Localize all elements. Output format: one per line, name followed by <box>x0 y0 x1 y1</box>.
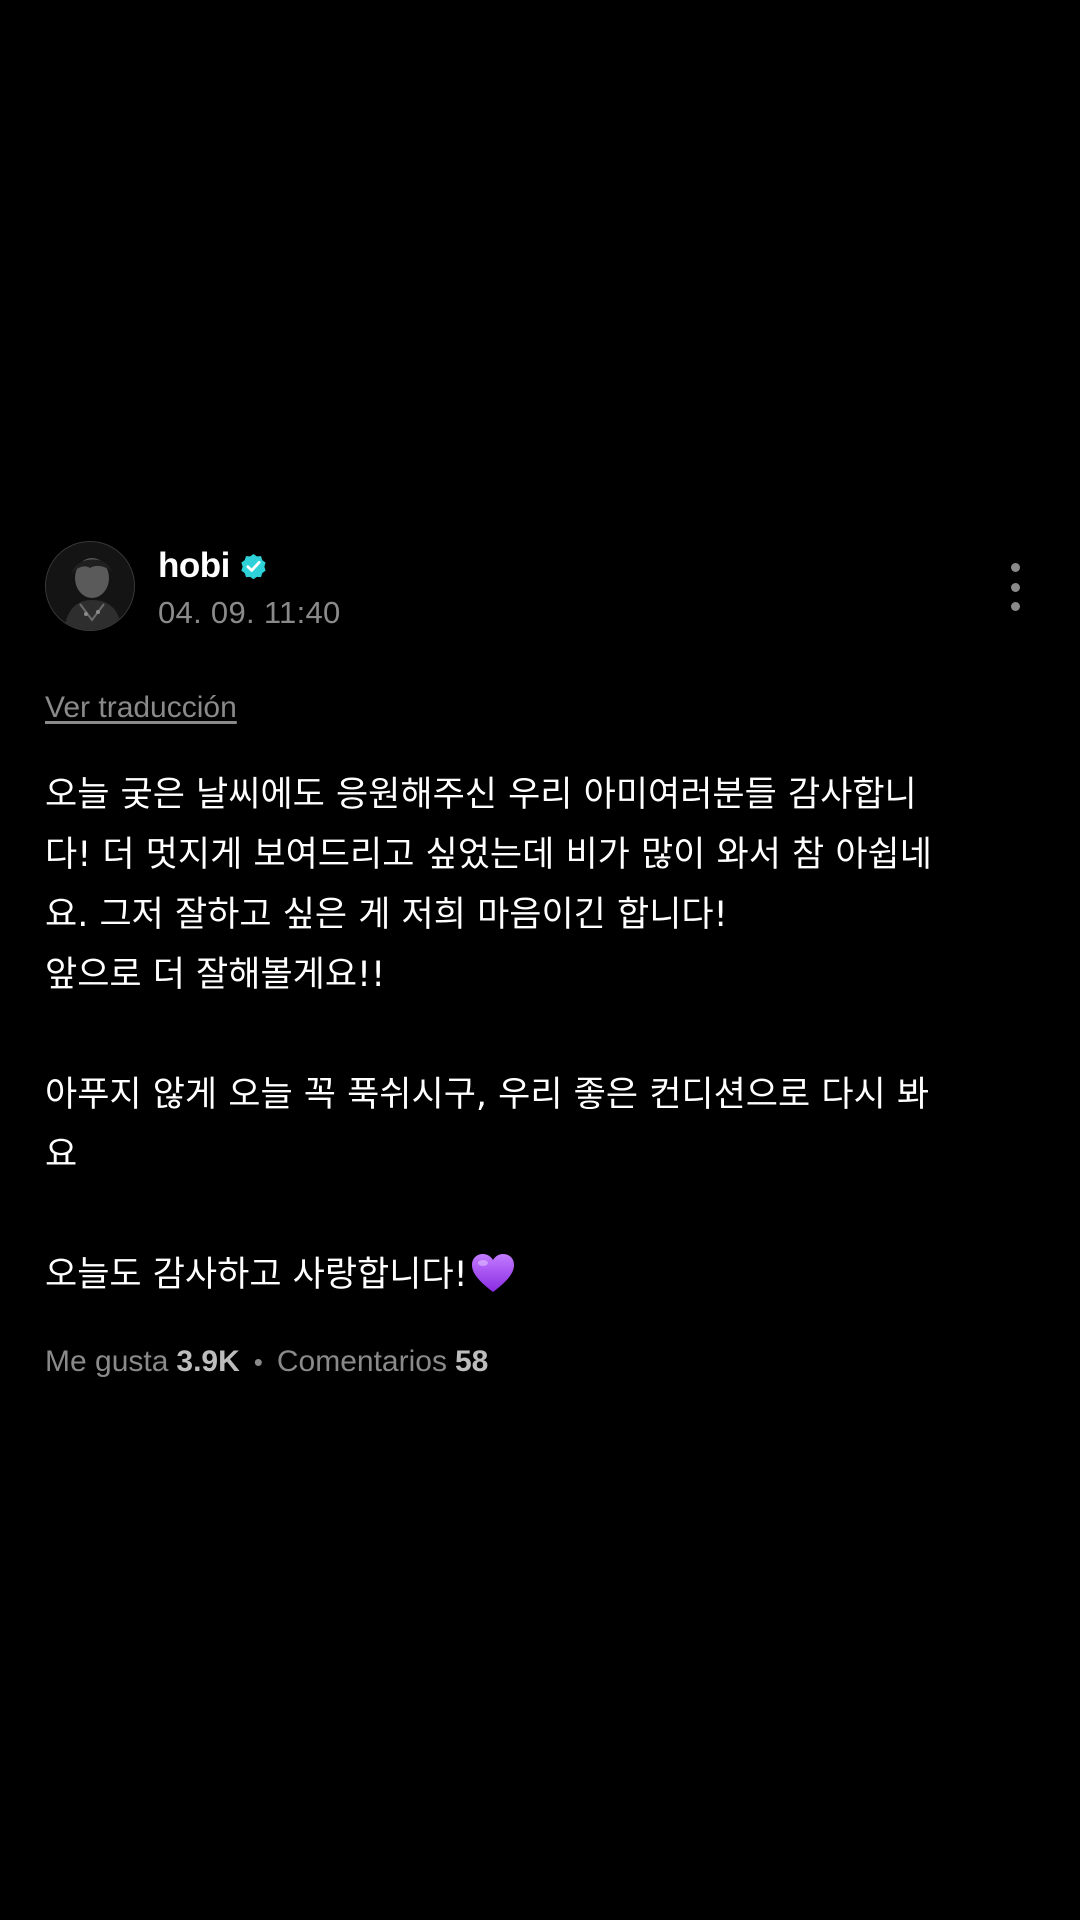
screen: { "post": { "author": { "name": "hobi", … <box>0 0 1080 1920</box>
post-line: 아푸지 않게 오늘 꼭 푹쉬시구, 우리 좋은 컨디션으로 다시 봐 <box>45 1075 930 1115</box>
post-timestamp: 04. 09. 11:40 <box>158 595 341 630</box>
likes-label: Me gusta <box>45 1345 169 1378</box>
post-header: hobi 04. 09. 11:40 <box>45 541 1035 633</box>
post-line: 앞으로 더 잘해볼게요!! <box>45 955 386 995</box>
likes-value: 3.9K <box>176 1345 240 1378</box>
comments-label: Comentarios <box>276 1345 447 1378</box>
author-info: hobi 04. 09. 11:40 <box>158 545 341 631</box>
post-paragraph: 오늘도 감사하고 사랑합니다! <box>45 1245 1020 1305</box>
more-options-button[interactable] <box>1003 563 1027 611</box>
post-line: 요 <box>45 1135 78 1175</box>
verified-badge-icon <box>241 553 266 579</box>
post-line: 요. 그저 잘하고 싶은 게 저희 마음이긴 합니다! <box>45 895 728 935</box>
more-vertical-icon-dot <box>1010 582 1020 592</box>
avatar-photo <box>46 542 134 630</box>
post-line: 오늘 궂은 날씨에도 응원해주신 우리 아미여러분들 감사합니 <box>45 775 917 815</box>
post-body: 오늘 궂은 날씨에도 응원해주신 우리 아미여러분들 감사합니 다! 더 멋지게… <box>45 765 1020 1305</box>
post-line: 오늘도 감사하고 사랑합니다! <box>45 1255 468 1295</box>
post-card: hobi 04. 09. 11:40 Ver traducción 오늘 궂은 … <box>45 541 1035 1379</box>
author-name-row: hobi <box>158 545 341 587</box>
post-paragraph: 아푸지 않게 오늘 꼭 푹쉬시구, 우리 좋은 컨디션으로 다시 봐 요 <box>45 1065 1020 1185</box>
likes-count[interactable]: Me gusta 3.9K <box>45 1345 240 1379</box>
translate-link[interactable]: Ver traducción <box>45 691 237 725</box>
comments-count[interactable]: Comentarios 58 <box>277 1345 488 1379</box>
stats-separator: • <box>253 1346 263 1377</box>
post-line: 다! 더 멋지게 보여드리고 싶었는데 비가 많이 와서 참 아쉽네 <box>45 835 932 875</box>
more-vertical-icon-dot <box>1010 602 1020 611</box>
comments-value: 58 <box>454 1345 489 1378</box>
post-line-with-emoji: 오늘도 감사하고 사랑합니다! <box>45 1245 1020 1305</box>
post-paragraph: 오늘 궂은 날씨에도 응원해주신 우리 아미여러분들 감사합니 다! 더 멋지게… <box>45 765 1020 1005</box>
purple-heart-icon <box>471 1254 514 1292</box>
author-name[interactable]: hobi <box>158 546 230 586</box>
post-stats: Me gusta 3.9K • Comentarios 58 <box>45 1345 1035 1379</box>
more-vertical-icon <box>1010 563 1020 572</box>
avatar[interactable] <box>45 541 135 631</box>
